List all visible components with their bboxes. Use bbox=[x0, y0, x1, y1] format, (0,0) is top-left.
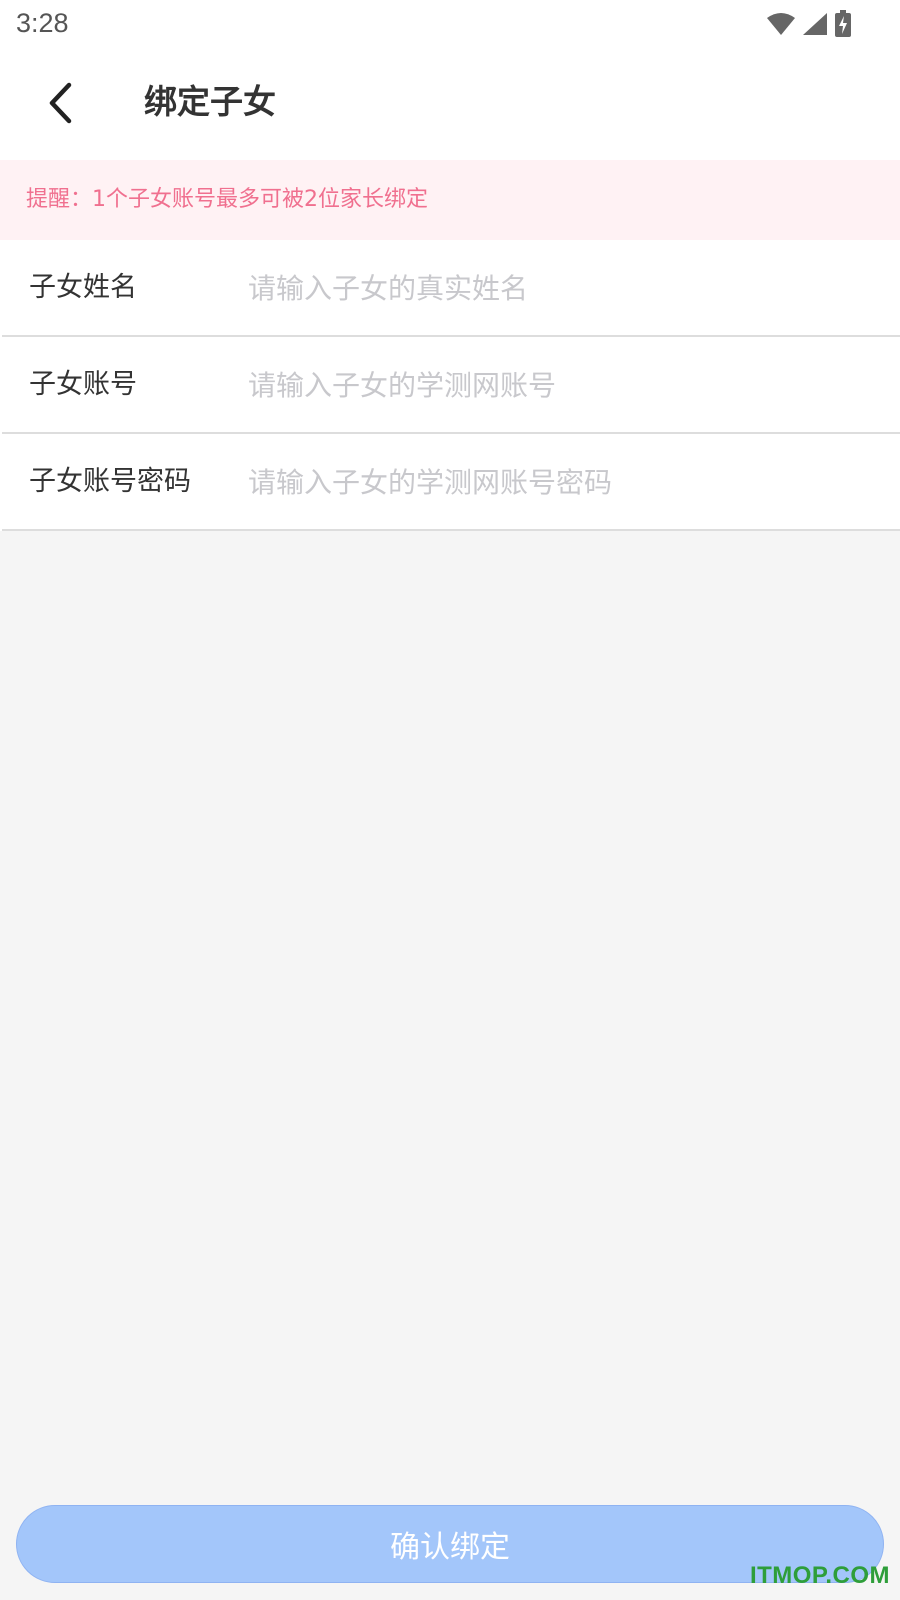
status-time: 3:28 bbox=[16, 8, 69, 38]
signal-icon bbox=[802, 12, 828, 36]
form-row-child-account: 子女账号 bbox=[2, 337, 900, 434]
child-account-input[interactable] bbox=[248, 359, 868, 411]
wifi-icon bbox=[766, 12, 796, 36]
top-area: 3:28 绑定子女 bbox=[0, 0, 900, 160]
child-name-label: 子女姓名 bbox=[29, 272, 137, 303]
child-account-label: 子女账号 bbox=[29, 369, 137, 400]
page-title: 绑定子女 bbox=[144, 82, 276, 121]
child-name-input[interactable] bbox=[248, 262, 868, 314]
bind-child-form: 子女姓名 子女账号 子女账号密码 bbox=[0, 240, 900, 531]
nav-bar: 绑定子女 bbox=[0, 60, 900, 150]
battery-charging-icon bbox=[834, 10, 852, 38]
watermark-logo: ITMOP.COM bbox=[749, 1562, 890, 1589]
back-button[interactable] bbox=[30, 75, 90, 135]
status-icons bbox=[766, 10, 852, 38]
form-row-child-name: 子女姓名 bbox=[2, 240, 900, 337]
notice-banner: 提醒：1个子女账号最多可被2位家长绑定 bbox=[0, 160, 900, 240]
status-bar: 3:28 bbox=[0, 0, 900, 50]
child-password-label: 子女账号密码 bbox=[29, 466, 191, 497]
chevron-left-icon bbox=[45, 82, 75, 128]
form-row-child-password: 子女账号密码 bbox=[2, 434, 900, 531]
child-password-input[interactable] bbox=[248, 456, 868, 508]
notice-text: 提醒：1个子女账号最多可被2位家长绑定 bbox=[26, 187, 428, 212]
